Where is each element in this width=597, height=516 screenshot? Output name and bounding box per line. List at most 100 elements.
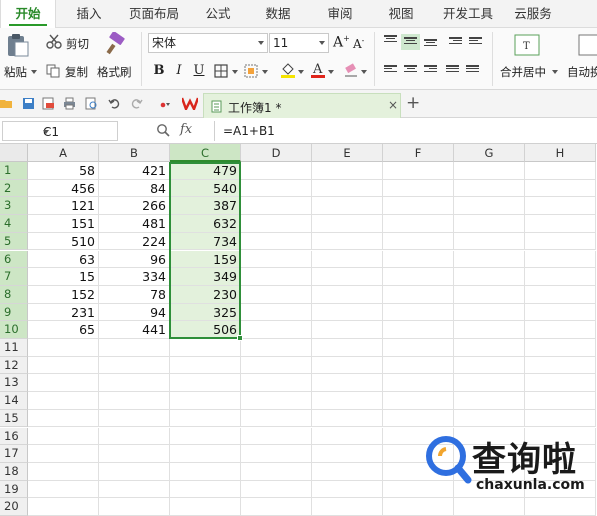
cell-c11[interactable] bbox=[170, 339, 241, 357]
cell-a16[interactable] bbox=[28, 427, 99, 446]
cell-g4[interactable] bbox=[454, 215, 525, 233]
wrap-text-icon[interactable] bbox=[578, 34, 597, 56]
redo-icon[interactable] bbox=[130, 97, 143, 110]
row-header[interactable]: 18 bbox=[0, 462, 28, 481]
fill-color-dropdown-icon[interactable] bbox=[298, 70, 304, 74]
cell-c3[interactable]: 387 bbox=[170, 197, 241, 216]
align-right-icon[interactable] bbox=[424, 65, 437, 75]
cell-a6[interactable]: 63 bbox=[28, 250, 99, 269]
cell-e13[interactable] bbox=[312, 374, 383, 393]
fill-handle[interactable] bbox=[237, 335, 243, 341]
clear-format-icon[interactable] bbox=[343, 62, 359, 78]
font-color-icon[interactable]: A bbox=[310, 61, 326, 79]
cell-c8[interactable]: 230 bbox=[170, 285, 241, 304]
cell-e7[interactable] bbox=[312, 268, 383, 286]
cell-c9[interactable]: 325 bbox=[170, 303, 241, 322]
cell-a7[interactable]: 15 bbox=[28, 268, 99, 286]
align-middle-icon[interactable] bbox=[401, 34, 420, 50]
cell-h8[interactable] bbox=[525, 285, 596, 304]
cell-h15[interactable] bbox=[525, 409, 596, 428]
cell-d6[interactable] bbox=[241, 250, 312, 269]
zoom-icon[interactable] bbox=[156, 123, 170, 137]
row-header[interactable]: 1 bbox=[0, 162, 28, 180]
auto-wrap-button[interactable]: 自动换 bbox=[567, 64, 597, 80]
cell-d4[interactable] bbox=[241, 215, 312, 233]
underline-button[interactable]: U bbox=[190, 62, 208, 80]
cell-c4[interactable]: 632 bbox=[170, 215, 241, 233]
cell-d19[interactable] bbox=[241, 480, 312, 499]
cell-e18[interactable] bbox=[312, 462, 383, 481]
cell-c12[interactable] bbox=[170, 356, 241, 375]
cell-a9[interactable]: 231 bbox=[28, 303, 99, 322]
cell-a14[interactable] bbox=[28, 392, 99, 410]
row-header[interactable]: 2 bbox=[0, 179, 28, 198]
copy-icon[interactable] bbox=[46, 64, 60, 78]
cell-e3[interactable] bbox=[312, 197, 383, 216]
cell-d5[interactable] bbox=[241, 232, 312, 251]
format-painter-icon[interactable] bbox=[104, 32, 128, 56]
cell-c5[interactable]: 734 bbox=[170, 232, 241, 251]
cell-e20[interactable] bbox=[312, 498, 383, 516]
cell-e11[interactable] bbox=[312, 339, 383, 357]
cell-e1[interactable] bbox=[312, 162, 383, 180]
column-header-b[interactable]: B bbox=[99, 144, 170, 162]
row-header[interactable]: 19 bbox=[0, 480, 28, 499]
cell-e16[interactable] bbox=[312, 427, 383, 446]
cell-f14[interactable] bbox=[383, 392, 454, 410]
cell-f6[interactable] bbox=[383, 250, 454, 269]
cell-b16[interactable] bbox=[99, 427, 170, 446]
cell-e6[interactable] bbox=[312, 250, 383, 269]
cell-a12[interactable] bbox=[28, 356, 99, 375]
align-bottom-icon[interactable] bbox=[424, 39, 437, 49]
row-header[interactable]: 9 bbox=[0, 303, 28, 322]
cell-c17[interactable] bbox=[170, 445, 241, 463]
insert-function-button[interactable]: fx bbox=[180, 122, 192, 137]
row-header[interactable]: 5 bbox=[0, 232, 28, 251]
column-header-h[interactable]: H bbox=[525, 144, 596, 162]
tab-developer[interactable]: 开发工具 bbox=[436, 0, 500, 28]
merge-center-icon[interactable]: T bbox=[514, 34, 540, 56]
cell-h12[interactable] bbox=[525, 356, 596, 375]
paste-button[interactable]: 粘贴 bbox=[4, 64, 27, 80]
merge-center-button[interactable]: 合并居中 bbox=[500, 64, 546, 80]
cell-a15[interactable] bbox=[28, 409, 99, 428]
row-header[interactable]: 16 bbox=[0, 427, 28, 446]
customize-toolbar-icon[interactable] bbox=[158, 97, 171, 110]
merge-border-dropdown-icon[interactable] bbox=[262, 70, 268, 74]
merge-border-icon[interactable] bbox=[244, 64, 259, 78]
cell-g11[interactable] bbox=[454, 339, 525, 357]
cell-c15[interactable] bbox=[170, 409, 241, 428]
distributed-align-icon[interactable] bbox=[466, 65, 479, 75]
cell-c19[interactable] bbox=[170, 480, 241, 499]
cell-f4[interactable] bbox=[383, 215, 454, 233]
export-pdf-icon[interactable] bbox=[42, 97, 55, 110]
cell-b2[interactable]: 84 bbox=[99, 179, 170, 198]
cell-a13[interactable] bbox=[28, 374, 99, 393]
cell-h13[interactable] bbox=[525, 374, 596, 393]
border-dropdown-icon[interactable] bbox=[232, 70, 238, 74]
cell-g2[interactable] bbox=[454, 179, 525, 198]
cell-b3[interactable]: 266 bbox=[99, 197, 170, 216]
decrease-font-icon[interactable]: A- bbox=[353, 36, 364, 51]
row-header[interactable]: 20 bbox=[0, 498, 28, 516]
font-size-select[interactable]: 11 bbox=[269, 33, 329, 53]
cell-d7[interactable] bbox=[241, 268, 312, 286]
cell-f12[interactable] bbox=[383, 356, 454, 375]
indent-increase-icon[interactable] bbox=[469, 37, 482, 47]
cell-b4[interactable]: 481 bbox=[99, 215, 170, 233]
cell-d10[interactable] bbox=[241, 321, 312, 339]
cell-a11[interactable] bbox=[28, 339, 99, 357]
row-header[interactable]: 7 bbox=[0, 268, 28, 286]
tab-page-layout[interactable]: 页面布局 bbox=[121, 0, 187, 28]
cell-a3[interactable]: 121 bbox=[28, 197, 99, 216]
increase-font-icon[interactable]: A+ bbox=[333, 34, 350, 51]
cell-h2[interactable] bbox=[525, 179, 596, 198]
cell-g9[interactable] bbox=[454, 303, 525, 322]
tab-insert[interactable]: 插入 bbox=[62, 0, 116, 28]
bold-button[interactable]: B bbox=[150, 62, 168, 80]
column-header-g[interactable]: G bbox=[454, 144, 525, 162]
tab-cloud[interactable]: 云服务 bbox=[507, 0, 559, 28]
cell-g6[interactable] bbox=[454, 250, 525, 269]
cell-f13[interactable] bbox=[383, 374, 454, 393]
cell-e14[interactable] bbox=[312, 392, 383, 410]
